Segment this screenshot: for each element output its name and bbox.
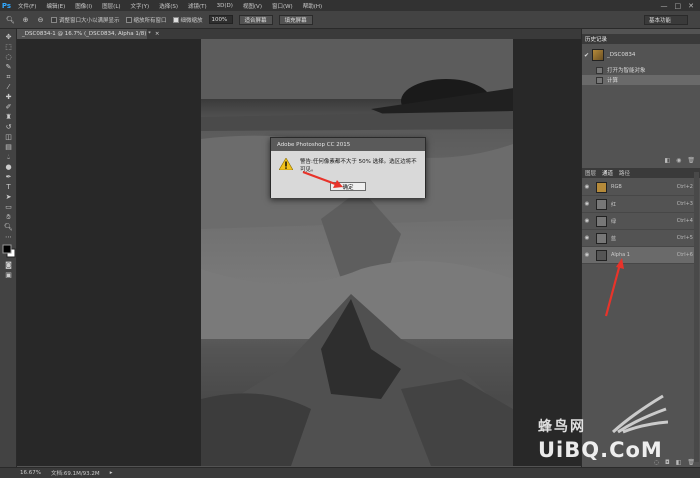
status-arrow-icon[interactable]: ▸	[110, 470, 113, 476]
annotation-arrows	[302, 170, 624, 317]
arrow-to-alpha-head	[616, 258, 624, 269]
arrow-to-ok	[302, 170, 339, 187]
status-bar: 16.67% 文档:69.1M/93.2M ▸	[0, 467, 700, 478]
status-doc-size: 文档:69.1M/93.2M	[50, 471, 100, 477]
arrow-to-alpha	[604, 263, 622, 317]
status-zoom[interactable]: 16.67%	[20, 470, 41, 476]
